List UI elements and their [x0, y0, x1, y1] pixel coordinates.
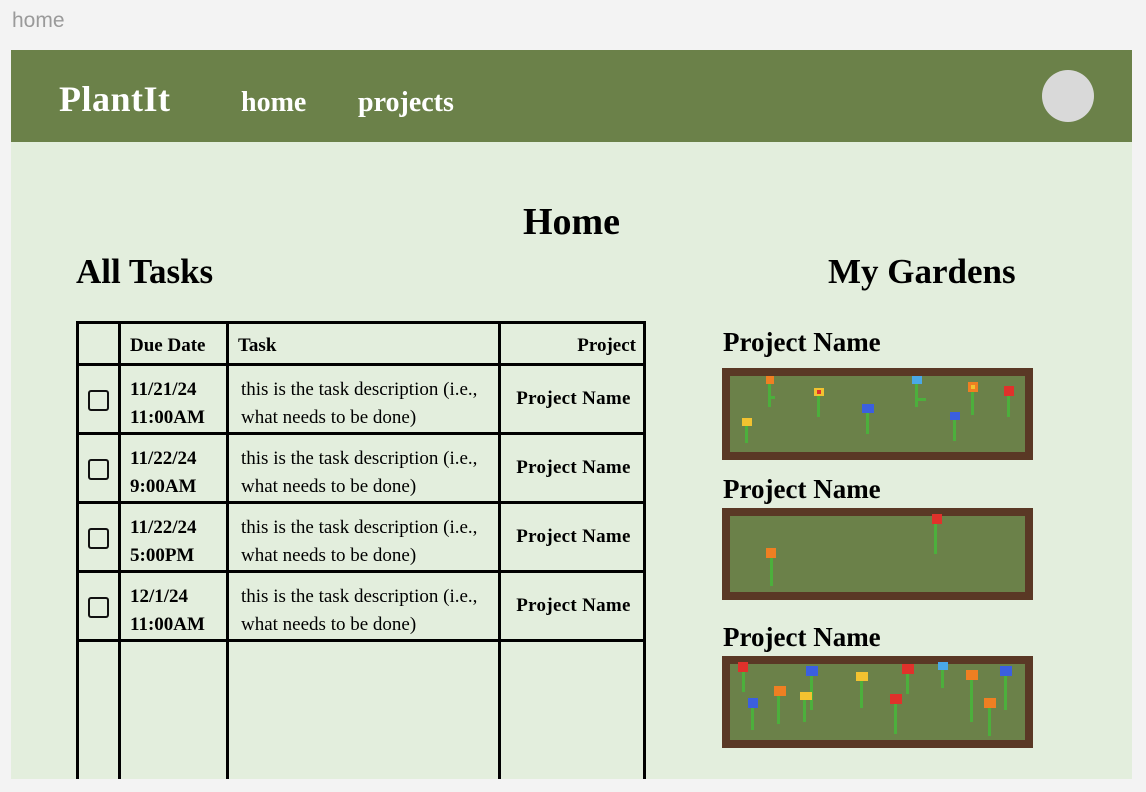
- garden-bed-graphic: [722, 656, 1033, 748]
- column-header-task: Task: [238, 335, 277, 356]
- task-description: this is the task description (i.e., what …: [241, 445, 501, 501]
- user-avatar[interactable]: [1042, 70, 1094, 122]
- task-project-link[interactable]: Project Name: [501, 526, 646, 548]
- all-tasks-heading: All Tasks: [76, 252, 214, 291]
- garden-bed-preview[interactable]: [722, 508, 1033, 600]
- navbar: PlantIt home projects: [11, 50, 1132, 142]
- due-time: 9:00AM: [130, 476, 197, 497]
- bed-soil: [730, 376, 1025, 452]
- table-row: 11/22/24 5:00PM this is the task descript…: [76, 504, 646, 573]
- app-container: PlantIt home projects Home All Tasks My …: [11, 50, 1132, 779]
- due-date: 11/22/24: [130, 517, 197, 538]
- due-time: 11:00AM: [130, 407, 205, 428]
- due-date: 11/21/24: [130, 379, 197, 400]
- table-row: 11/22/24 9:00AM this is the task descript…: [76, 435, 646, 504]
- description-line: what needs to be done): [241, 614, 417, 635]
- garden-bed-graphic: [722, 368, 1033, 460]
- brand-logo[interactable]: PlantIt: [59, 78, 171, 120]
- table-border: [76, 321, 646, 324]
- garden-bed-graphic: [722, 508, 1033, 600]
- description-line: this is the task description (i.e.,: [241, 448, 478, 469]
- task-description: this is the task description (i.e., what …: [241, 514, 501, 570]
- bed-soil: [730, 664, 1025, 740]
- description-line: what needs to be done): [241, 407, 417, 428]
- garden-title[interactable]: Project Name: [723, 474, 881, 505]
- task-project-link[interactable]: Project Name: [501, 388, 646, 410]
- task-due-date: 12/1/24 11:00AM: [130, 583, 205, 639]
- page-title: Home: [522, 201, 621, 243]
- description-line: this is the task description (i.e.,: [241, 586, 478, 607]
- garden-bed-preview[interactable]: [722, 656, 1033, 748]
- garden-title[interactable]: Project Name: [723, 327, 881, 358]
- garden-bed-preview[interactable]: [722, 368, 1033, 460]
- nav-link-home[interactable]: home: [241, 87, 306, 119]
- column-header-project: Project: [577, 335, 636, 356]
- my-gardens-heading: My Gardens: [828, 252, 1016, 291]
- due-time: 5:00PM: [130, 545, 195, 566]
- description-line: what needs to be done): [241, 476, 417, 497]
- table-row: 11/21/24 11:00AM this is the task descrip…: [76, 366, 646, 435]
- task-description: this is the task description (i.e., what …: [241, 376, 501, 432]
- task-table: Due Date Task Project 11/21/24 11:00AM th…: [76, 321, 646, 779]
- task-due-date: 11/22/24 5:00PM: [130, 514, 197, 570]
- task-project-link[interactable]: Project Name: [501, 457, 646, 479]
- description-line: this is the task description (i.e.,: [241, 517, 478, 538]
- task-checkbox[interactable]: [88, 390, 109, 411]
- task-checkbox[interactable]: [88, 459, 109, 480]
- window-tab-label: home: [12, 9, 65, 32]
- task-description: this is the task description (i.e., what …: [241, 583, 501, 639]
- task-project-link[interactable]: Project Name: [501, 595, 646, 617]
- task-due-date: 11/21/24 11:00AM: [130, 376, 205, 432]
- description-line: this is the task description (i.e.,: [241, 379, 478, 400]
- column-header-due-date: Due Date: [130, 335, 206, 356]
- task-due-date: 11/22/24 9:00AM: [130, 445, 197, 501]
- due-date: 11/22/24: [130, 448, 197, 469]
- due-time: 11:00AM: [130, 614, 205, 635]
- due-date: 12/1/24: [130, 586, 189, 607]
- garden-title[interactable]: Project Name: [723, 622, 881, 653]
- description-line: what needs to be done): [241, 545, 417, 566]
- table-row: 12/1/24 11:00AM this is the task descript…: [76, 573, 646, 642]
- task-checkbox[interactable]: [88, 528, 109, 549]
- task-checkbox[interactable]: [88, 597, 109, 618]
- nav-link-projects[interactable]: projects: [358, 87, 454, 119]
